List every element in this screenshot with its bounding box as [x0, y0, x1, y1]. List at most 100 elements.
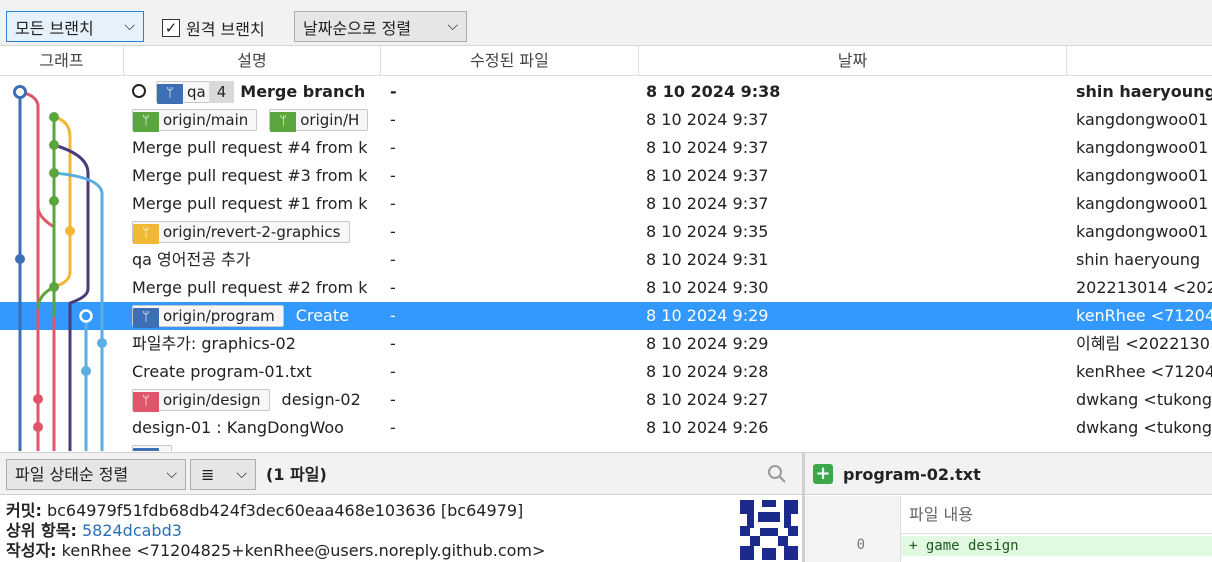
commit-message: design-01 : KangDongWoo	[132, 418, 344, 437]
commit-row[interactable]: 파일추가: graphics-02 - 8 10 2024 9:29 이혜림 <…	[0, 330, 1212, 358]
branch-tag-label: origin/program	[163, 306, 275, 325]
commit-row[interactable]: ᛘ origin/design design-02 - 8 10 2024 9:27…	[0, 386, 1212, 414]
commit-message: Merge pull request #3 from k	[132, 166, 368, 185]
commit-author: kenRhee <71204	[1076, 362, 1212, 381]
commit-description-cell: ᛘ qa 4 Merge branch	[132, 78, 382, 106]
commit-date: 8 10 2024 9:29	[646, 306, 769, 325]
commit-description-cell: ᛘ origin/program Create	[132, 302, 373, 330]
ahead-count-badge: 4	[208, 80, 235, 103]
commit-graph	[13, 85, 107, 451]
view-mode-dropdown[interactable]: ≣ ⌵	[190, 459, 256, 490]
commit-row[interactable]: ᛘ origin/revert-2-graphics - 8 10 2024 9:…	[0, 218, 1212, 246]
commit-row[interactable]: ᛘ qa 4 Merge branch - 8 10 2024 9:38 shin h…	[0, 78, 1212, 106]
commit-message: Create	[295, 306, 349, 325]
column-header-description[interactable]: 설명	[124, 46, 381, 76]
branch-tag[interactable]: ᛘ origin/revert-2-graphics	[132, 220, 350, 244]
commit-files: -	[390, 334, 396, 353]
branch-tag-label: qa	[187, 82, 206, 101]
graph-lane-lightblue	[53, 171, 104, 451]
commit-row-partial[interactable]: ᛘ	[0, 442, 1212, 451]
branch-tag-label: origin/design	[163, 390, 261, 409]
graph-node	[65, 226, 75, 236]
sort-order-label: 날짜순으로 정렬	[303, 18, 412, 38]
branch-icon: ᛘ	[270, 111, 297, 132]
commit-date: 8 10 2024 9:28	[646, 362, 769, 381]
commit-row-selected[interactable]: ᛘ origin/program Create - 8 10 2024 9:29 k…	[0, 302, 1212, 330]
commit-date: 8 10 2024 9:37	[646, 194, 769, 213]
parent-label: 상위 항목:	[6, 521, 77, 540]
commit-date: 8 10 2024 9:27	[646, 390, 769, 409]
commit-date: 8 10 2024 9:38	[646, 82, 781, 101]
commit-files: -	[390, 82, 397, 101]
commit-author: shin haeryoung	[1076, 250, 1201, 269]
search-icon[interactable]	[766, 463, 788, 485]
commit-files: -	[390, 278, 396, 297]
branch-tag-label: origin/main	[163, 110, 249, 129]
column-header-graph[interactable]: 그래프	[0, 46, 124, 76]
branch-filter-dropdown[interactable]: 모든 브랜치 ⌵	[6, 11, 144, 42]
file-sort-dropdown[interactable]: 파일 상태순 정렬 ⌵	[6, 459, 186, 490]
column-header-date[interactable]: 날짜	[639, 46, 1067, 76]
commit-row[interactable]: Create program-01.txt - 8 10 2024 9:28 k…	[0, 358, 1212, 386]
checkbox-checked-icon[interactable]: ✓	[162, 19, 180, 37]
line-number: 0	[856, 537, 865, 553]
commit-row[interactable]: Merge pull request #1 from k - 8 10 2024…	[0, 190, 1212, 218]
branch-tag[interactable]: ᛘ origin/program	[132, 304, 284, 328]
commit-files: -	[390, 390, 396, 409]
commit-date: 8 10 2024 9:31	[646, 250, 769, 269]
commit-author: kangdongwoo01	[1076, 222, 1209, 241]
diff-viewer[interactable]: 파일 내용 0 + game design	[805, 496, 1212, 562]
commit-row[interactable]: Merge pull request #3 from k - 8 10 2024…	[0, 162, 1212, 190]
file-list-toolbar: 파일 상태순 정렬 ⌵ ≣ ⌵ (1 파일)	[0, 452, 802, 495]
commit-row[interactable]: Merge pull request #2 from k - 8 10 2024…	[0, 274, 1212, 302]
branch-tag[interactable]: ᛘ qa	[156, 80, 217, 104]
branch-tag-label: origin/H	[300, 110, 360, 129]
commit-description-cell: ᛘ	[132, 442, 372, 451]
column-header-author[interactable]	[1067, 46, 1212, 76]
branch-tag[interactable]: ᛘ origin/H	[269, 108, 369, 132]
file-sort-label: 파일 상태순 정렬	[15, 465, 129, 484]
commit-date: 8 10 2024 9:35	[646, 222, 769, 241]
top-toolbar: 모든 브랜치 ⌵ ✓ 원격 브랜치 날짜순으로 정렬 ⌵	[0, 0, 1212, 46]
branch-tag[interactable]: ᛘ	[132, 444, 172, 451]
branch-tag[interactable]: ᛘ origin/design	[132, 388, 270, 412]
file-added-icon: +	[813, 464, 833, 484]
commit-message: 파일추가: graphics-02	[132, 334, 296, 353]
commit-files: -	[390, 418, 396, 437]
commit-message: Merge branch	[240, 82, 366, 101]
sort-order-dropdown[interactable]: 날짜순으로 정렬 ⌵	[294, 11, 467, 42]
graph-node	[49, 196, 59, 206]
commit-author: dwkang <tukong	[1076, 418, 1212, 437]
commit-row[interactable]: design-01 : KangDongWoo - 8 10 2024 9:26…	[0, 414, 1212, 442]
commit-row[interactable]: ᛘ origin/main ᛘ origin/H - 8 10 2024 9:37 k…	[0, 106, 1212, 134]
commit-list[interactable]: ᛘ qa 4 Merge branch - 8 10 2024 9:38 shin h…	[0, 77, 1212, 451]
commit-author: kangdongwoo01	[1076, 110, 1209, 129]
commit-row[interactable]: Merge pull request #4 from k - 8 10 2024…	[0, 134, 1212, 162]
remote-branches-checkbox[interactable]: ✓ 원격 브랜치	[162, 16, 265, 40]
commit-date: 8 10 2024 9:37	[646, 166, 769, 185]
commit-files: -	[390, 166, 396, 185]
graph-node	[15, 254, 25, 264]
branch-icon: ᛘ	[133, 307, 159, 328]
graph-node	[33, 422, 43, 432]
branch-tag[interactable]: ᛘ origin/main	[132, 108, 258, 132]
commit-message: design-02	[281, 390, 361, 409]
commit-hash-line: 커밋: bc64979f51fdb68db424f3dec60eaa468e10…	[6, 500, 523, 522]
graph-node	[97, 338, 107, 348]
remote-branches-label: 원격 브랜치	[186, 20, 265, 39]
branch-icon: ᛘ	[133, 111, 159, 132]
commit-date: 8 10 2024 9:29	[646, 334, 769, 353]
diff-header: + program-02.txt	[805, 452, 1212, 495]
commit-row[interactable]: qa 영어전공 추가 - 8 10 2024 9:31 shin haeryou…	[0, 246, 1212, 274]
file-count: (1 파일)	[266, 465, 327, 484]
column-header-files[interactable]: 수정된 파일	[381, 46, 639, 76]
commit-files: -	[390, 306, 396, 325]
parent-line: 상위 항목: 5824dcabd3	[6, 520, 182, 542]
commit-date: 8 10 2024 9:30	[646, 278, 769, 297]
chevron-down-icon: ⌵	[236, 466, 247, 482]
commit-author: 202213014 <202	[1076, 278, 1212, 297]
graph-node-selected	[79, 309, 93, 323]
parent-hash-link[interactable]: 5824dcabd3	[82, 521, 182, 540]
commit-author: kangdongwoo01	[1076, 138, 1209, 157]
branch-icon: ᛘ	[133, 223, 159, 244]
